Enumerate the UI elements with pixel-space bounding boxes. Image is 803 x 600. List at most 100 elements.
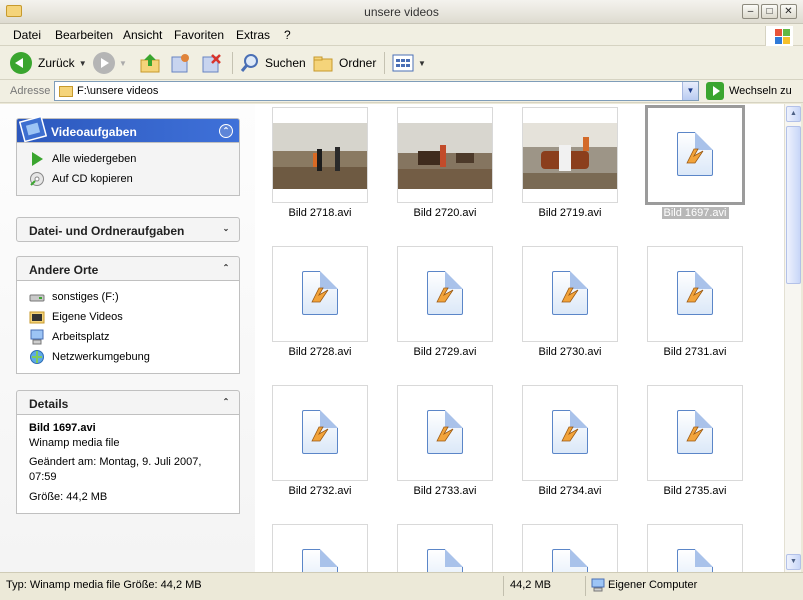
file-thumbnail[interactable] [522,246,618,342]
winamp-file-icon [427,549,463,572]
place-label: Arbeitsplatz [52,331,110,343]
delete-button[interactable] [200,51,222,75]
video-thumbnail-image [523,123,617,189]
vertical-scrollbar[interactable]: ▲ ▼ [784,104,801,572]
maximize-button[interactable]: □ [761,4,778,19]
move-to-button[interactable] [169,51,191,75]
task-copy-to-cd[interactable]: Auf CD kopieren [29,169,239,189]
winamp-file-icon [552,271,588,315]
file-thumbnail[interactable] [647,246,743,342]
file-thumbnail[interactable] [272,385,368,481]
film-strip-icon [19,115,47,143]
cd-copy-icon [30,172,44,186]
address-input[interactable]: F:\unsere videos ▼ [54,81,699,101]
window-title: unsere videos [364,5,439,19]
forward-button[interactable]: ▼ [93,51,127,75]
folders-button[interactable]: Ordner [312,51,376,75]
winamp-file-icon [302,410,338,454]
details-panel: Details ⌃ Bild 1697.avi Winamp media fil… [16,390,240,514]
collapse-icon[interactable]: ⌃ [219,262,233,276]
scroll-down-button[interactable]: ▼ [786,554,801,570]
file-name-selected[interactable]: Bild 1697.avi [630,207,760,219]
menu-extras[interactable]: Extras [236,28,270,42]
video-tasks-title: Videoaufgaben [51,125,137,139]
winamp-file-icon [677,271,713,315]
views-button[interactable]: ▼ [392,51,426,75]
menu-ansicht[interactable]: Ansicht [123,28,162,42]
status-type-info: Typ: Winamp media file Größe: 44,2 MB [6,579,202,591]
menu-favoriten[interactable]: Favoriten [174,28,224,42]
menu-datei[interactable]: Datei [13,28,41,42]
winamp-file-icon [677,549,713,572]
search-icon [240,54,258,72]
details-title: Details [29,397,69,411]
file-thumbnail[interactable] [397,524,493,572]
file-name[interactable]: Bild 2719.avi [505,207,635,219]
file-name[interactable]: Bild 2735.avi [630,485,760,497]
file-thumbnail[interactable] [397,385,493,481]
file-thumbnail[interactable] [647,524,743,572]
winamp-file-icon [552,549,588,572]
task-label: Auf CD kopieren [52,173,133,185]
collapse-icon[interactable]: ⌃ [219,396,233,410]
file-tasks-header[interactable]: Datei- und Ordneraufgaben ⌄ [16,217,240,242]
search-button[interactable]: Suchen [239,51,306,75]
file-thumbnail[interactable] [522,385,618,481]
status-separator [503,576,504,596]
collapse-icon[interactable]: ⌃ [219,124,233,138]
file-name[interactable]: Bild 2720.avi [380,207,510,219]
scroll-thumb[interactable] [786,126,801,284]
place-drive-f[interactable]: sonstiges (F:) [29,287,239,307]
minimize-button[interactable]: – [742,4,759,19]
up-folder-button[interactable] [139,51,161,75]
go-button[interactable]: Wechseln zu [706,82,792,100]
go-label: Wechseln zu [729,85,792,97]
file-thumbnail[interactable] [522,107,618,203]
place-my-videos[interactable]: Eigene Videos [29,307,239,327]
scroll-up-button[interactable]: ▲ [786,106,801,122]
video-tasks-header[interactable]: Videoaufgaben ⌃ [16,115,240,143]
file-name[interactable]: Bild 2734.avi [505,485,635,497]
close-button[interactable]: ✕ [780,4,797,19]
task-play-all[interactable]: Alle wiedergeben [29,149,239,169]
file-thumbnail[interactable] [397,246,493,342]
place-my-computer[interactable]: Arbeitsplatz [29,327,239,347]
file-thumbnail-selected[interactable] [645,105,745,205]
details-header[interactable]: Details ⌃ [16,390,240,415]
details-filename: Bild 1697.avi [29,422,96,434]
folders-label: Ordner [339,56,377,70]
file-name[interactable]: Bild 2718.avi [255,207,385,219]
winamp-file-icon [427,410,463,454]
menu-help[interactable]: ? [284,28,291,42]
details-filetype: Winamp media file [29,437,120,449]
file-thumbnail[interactable] [397,107,493,203]
file-name[interactable]: Bild 2728.avi [255,346,385,358]
video-tasks-panel: Videoaufgaben ⌃ Alle wiedergeben Auf CD … [16,115,240,196]
other-places-panel: Andere Orte ⌃ sonstiges (F:) Eigene Vide… [16,256,240,374]
file-name[interactable]: Bild 2733.avi [380,485,510,497]
menu-bearbeiten[interactable]: Bearbeiten [55,28,113,42]
details-modified: Geändert am: Montag, 9. Juli 2007, [29,456,202,468]
other-places-header[interactable]: Andere Orte ⌃ [16,256,240,281]
winamp-file-icon [427,271,463,315]
file-thumbnail[interactable] [272,246,368,342]
place-network[interactable]: Netzwerkumgebung [29,347,239,367]
back-button[interactable]: Zurück ▼ [10,51,87,75]
toolbar: Zurück ▼ ▼ Suchen Ordner ▼ [0,46,803,80]
status-location: Eigener Computer [608,579,698,591]
file-thumbnail[interactable] [522,524,618,572]
file-view: Bild 2718.avi Bild 2720.avi Bild 2719.av… [255,104,784,572]
title-bar: unsere videos – □ ✕ [0,0,803,24]
file-name[interactable]: Bild 2732.avi [255,485,385,497]
file-name[interactable]: Bild 2731.avi [630,346,760,358]
file-thumbnail[interactable] [647,385,743,481]
file-name[interactable]: Bild 2730.avi [505,346,635,358]
file-thumbnail[interactable] [272,107,368,203]
file-thumbnail[interactable] [272,524,368,572]
address-dropdown-button[interactable]: ▼ [682,82,698,100]
expand-icon[interactable]: ⌄ [219,223,233,237]
place-label: Netzwerkumgebung [52,351,150,363]
address-label: Adresse [10,85,51,97]
views-icon [392,54,414,72]
file-name[interactable]: Bild 2729.avi [380,346,510,358]
